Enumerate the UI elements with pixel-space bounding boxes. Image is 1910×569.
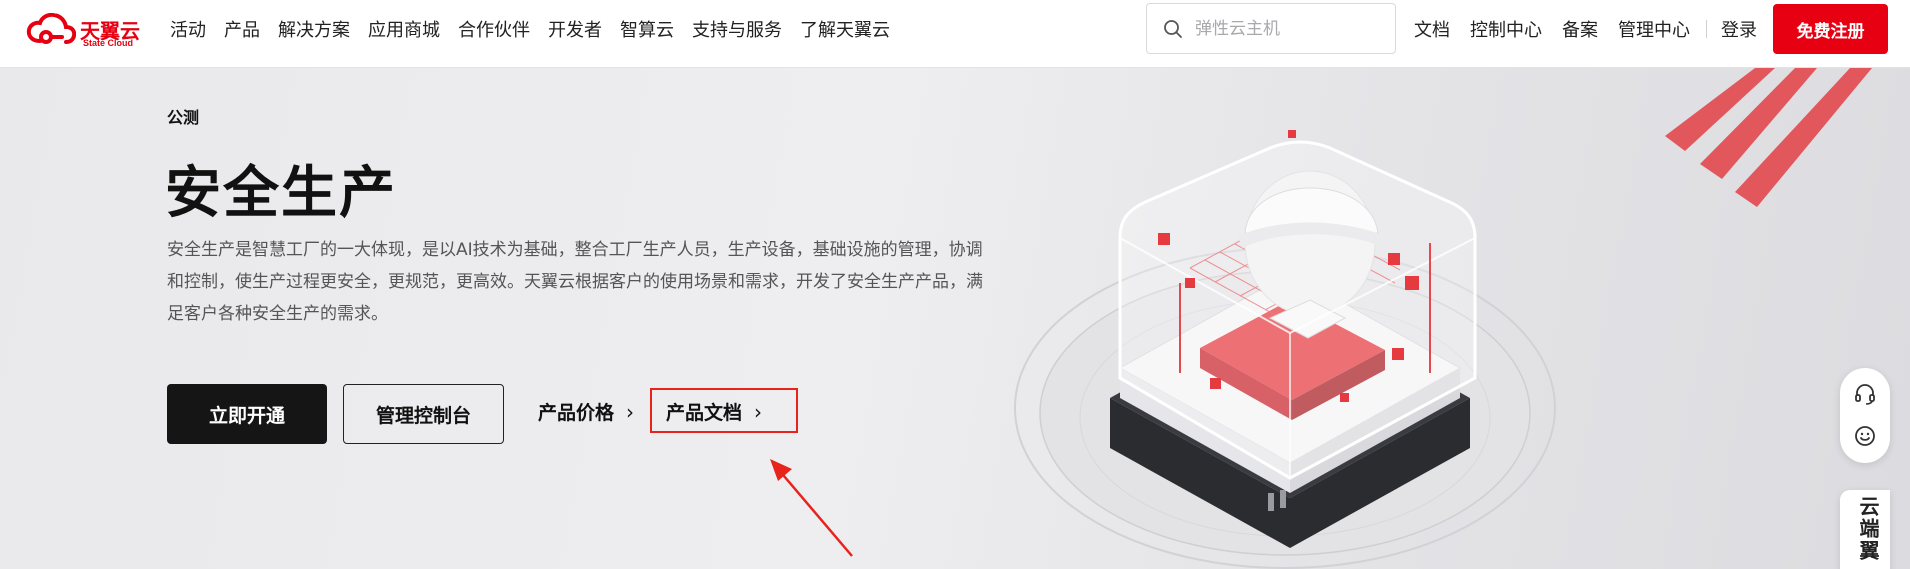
- main-nav: 活动 产品 解决方案 应用商城 合作伙伴 开发者 智算云 支持与服务 了解天翼云: [170, 0, 890, 58]
- register-button[interactable]: 免费注册: [1773, 4, 1888, 54]
- header-links: 文档 控制中心 备案 管理中心 登录: [1414, 0, 1757, 58]
- floating-toolbar: [1840, 368, 1890, 463]
- nav-item-activities[interactable]: 活动: [170, 16, 206, 42]
- nav-item-products[interactable]: 产品: [224, 16, 260, 42]
- brand-logo[interactable]: 天翼云 State Cloud: [26, 13, 144, 53]
- headset-icon[interactable]: [1853, 382, 1877, 406]
- logo-text-en: State Cloud: [83, 38, 134, 48]
- cloud-logo-icon: [26, 13, 76, 44]
- link-management-center[interactable]: 管理中心: [1618, 16, 1690, 42]
- decorative-stripes: [1665, 68, 1872, 207]
- nav-item-support[interactable]: 支持与服务: [692, 16, 782, 42]
- product-price-link[interactable]: 产品价格 ›: [538, 398, 634, 425]
- hero-banner: 公测 安全生产 安全生产是智慧工厂的一大体现，是以AI技术为基础，整合工厂生产人…: [0, 68, 1910, 569]
- nav-item-ai-cloud[interactable]: 智算云: [620, 16, 674, 42]
- link-filing[interactable]: 备案: [1562, 16, 1598, 42]
- top-header: 天翼云 State Cloud 活动 产品 解决方案 应用商城 合作伙伴 开发者…: [0, 0, 1910, 68]
- nav-item-solutions[interactable]: 解决方案: [278, 16, 350, 42]
- page-title: 安全生产: [165, 161, 397, 226]
- ai-assistant-label: 云端翼: [1856, 496, 1880, 562]
- product-price-label: 产品价格: [538, 402, 615, 424]
- beta-badge: 公测: [167, 108, 200, 127]
- management-console-button[interactable]: 管理控制台: [343, 384, 504, 444]
- nav-item-app-store[interactable]: 应用商城: [368, 16, 440, 42]
- link-control-center[interactable]: 控制中心: [1470, 16, 1542, 42]
- chevron-right-icon: ›: [626, 399, 635, 424]
- login-link[interactable]: 登录: [1721, 16, 1757, 42]
- ai-assistant-tab[interactable]: 云端翼: [1840, 490, 1890, 569]
- link-docs[interactable]: 文档: [1414, 16, 1450, 42]
- search-input[interactable]: [1195, 18, 1385, 39]
- nav-item-developers[interactable]: 开发者: [548, 16, 602, 42]
- smile-icon[interactable]: [1853, 424, 1877, 448]
- nav-item-about[interactable]: 了解天翼云: [800, 16, 890, 42]
- highlight-box: [650, 388, 798, 433]
- product-description: 安全生产是智慧工厂的一大体现，是以AI技术为基础，整合工厂生产人员，生产设备，基…: [167, 240, 983, 324]
- annotation-arrow-icon: [770, 459, 853, 557]
- header-divider: [1706, 20, 1707, 38]
- search-icon: [1164, 19, 1182, 38]
- nav-item-partners[interactable]: 合作伙伴: [458, 16, 530, 42]
- activate-now-button[interactable]: 立即开通: [167, 384, 327, 444]
- search-box[interactable]: [1146, 3, 1396, 54]
